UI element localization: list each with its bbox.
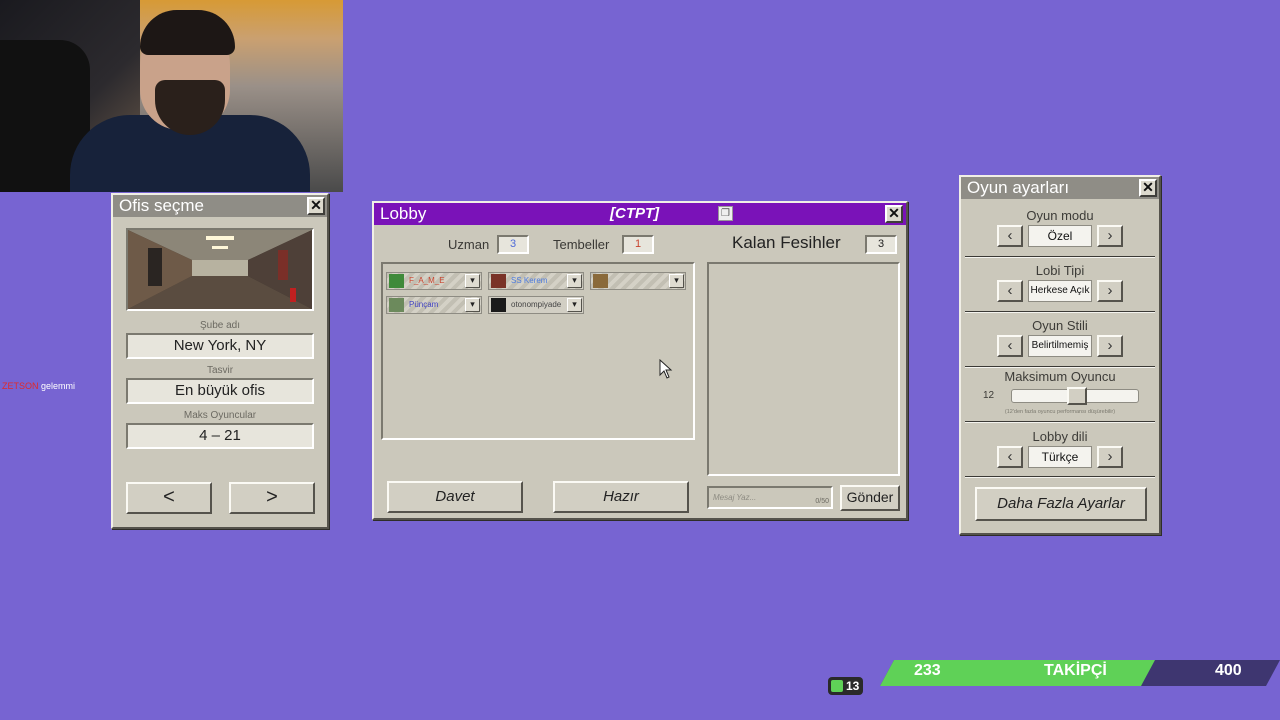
office-close-button[interactable]: ✕ <box>307 197 325 215</box>
player-avatar-icon <box>491 274 506 288</box>
message-input[interactable]: Mesaj Yaz... 0/50 <box>707 486 833 509</box>
player-avatar-icon <box>491 298 506 312</box>
description-value: En büyük ofis <box>126 378 314 404</box>
follower-goal: 400 <box>1215 662 1242 679</box>
tembeller-label: Tembeller <box>553 237 610 252</box>
settings-titlebar: Oyun ayarları <box>961 177 1159 199</box>
lobby-close-button[interactable]: ✕ <box>885 205 903 223</box>
max-players-label: Maks Oyuncular <box>183 410 257 421</box>
kalan-fesihler-count: 3 <box>865 235 897 254</box>
game-mode-value: Özel <box>1028 225 1092 247</box>
mouse-cursor-icon <box>659 359 673 379</box>
player-name: SS Kerem <box>511 276 548 285</box>
chat-user: ZETSON <box>2 381 39 391</box>
webcam-feed <box>0 0 343 192</box>
max-players-slider[interactable] <box>1011 387 1139 405</box>
max-players-setting-value: 12 <box>983 390 995 401</box>
more-settings-button[interactable]: Daha Fazla Ayarlar <box>975 487 1147 521</box>
player-avatar-icon <box>389 298 404 312</box>
slider-handle[interactable] <box>1067 387 1087 405</box>
settings-title: Oyun ayarları <box>967 178 1070 197</box>
lobby-type-value: Herkese Açık <box>1028 280 1092 302</box>
divider <box>965 476 1155 478</box>
player-slot[interactable]: F_A_M_E ▾ <box>386 272 482 290</box>
player-list: F_A_M_E ▾ SS Kerem ▾ ▾ Pünçam ▾ otonompi… <box>381 262 695 440</box>
uzman-label: Uzman <box>448 237 490 252</box>
office-hallway-image <box>128 230 312 309</box>
chat-line: ZETSON gelemmi <box>2 381 75 391</box>
follower-current: 233 <box>914 662 941 679</box>
ready-button[interactable]: Hazır <box>553 481 689 513</box>
player-slot[interactable]: ▾ <box>590 272 686 290</box>
follower-label: TAKİPÇİ <box>1044 662 1107 679</box>
chevron-down-icon[interactable]: ▾ <box>669 274 684 288</box>
lobby-chat-area <box>707 262 900 476</box>
lobby-title: Lobby <box>380 204 427 223</box>
message-counter: 0/50 <box>815 498 829 505</box>
game-mode-label: Oyun modu <box>1026 208 1094 223</box>
player-slot[interactable]: Pünçam ▾ <box>386 296 482 314</box>
game-mode-prev-button[interactable]: ‹ <box>997 225 1023 247</box>
game-style-label: Oyun Stili <box>1032 318 1088 333</box>
max-players-value: 4 – 21 <box>126 423 314 449</box>
viewer-badge: 13 <box>828 677 863 695</box>
divider <box>965 256 1155 258</box>
viewer-count: 13 <box>846 679 860 693</box>
office-window-title: Ofis seçme <box>119 196 205 215</box>
max-players-note: (12'den fazla oyuncu performansı düşüreb… <box>1004 409 1116 415</box>
player-name: Pünçam <box>409 300 439 309</box>
branch-value: New York, NY <box>126 333 314 359</box>
lobby-language-next-button[interactable]: › <box>1097 446 1123 468</box>
office-window-titlebar: Ofis seçme <box>113 195 327 217</box>
lobby-language-prev-button[interactable]: ‹ <box>997 446 1023 468</box>
chevron-down-icon[interactable]: ▾ <box>465 298 480 312</box>
divider <box>965 421 1155 423</box>
player-slot[interactable]: otonompiyade ▾ <box>488 296 584 314</box>
office-prev-button[interactable]: < <box>126 482 212 514</box>
kalan-fesihler-label: Kalan Fesihler <box>732 233 841 252</box>
chat-message: gelemmi <box>41 381 76 391</box>
viewer-icon <box>831 680 843 692</box>
lobby-type-prev-button[interactable]: ‹ <box>997 280 1023 302</box>
player-avatar-icon <box>389 274 404 288</box>
game-style-next-button[interactable]: › <box>1097 335 1123 357</box>
lobby-language-value: Türkçe <box>1028 446 1092 468</box>
lobby-type-label: Lobi Tipi <box>1035 263 1085 278</box>
divider <box>965 311 1155 313</box>
office-preview-image <box>126 228 314 311</box>
branch-label: Şube adı <box>199 320 241 331</box>
game-style-prev-button[interactable]: ‹ <box>997 335 1023 357</box>
divider <box>965 366 1155 368</box>
lobby-window: Lobby [CTPT] ❐ ✕ Uzman 3 Tembeller 1 Kal… <box>372 201 908 520</box>
lobby-type-next-button[interactable]: › <box>1097 280 1123 302</box>
chevron-down-icon[interactable]: ▾ <box>465 274 480 288</box>
max-players-setting-label: Maksimum Oyuncu <box>1004 369 1116 384</box>
uzman-count: 3 <box>497 235 529 254</box>
player-name: F_A_M_E <box>409 276 445 285</box>
tembeller-count: 1 <box>622 235 654 254</box>
player-name: otonompiyade <box>511 300 562 309</box>
player-slot[interactable]: SS Kerem ▾ <box>488 272 584 290</box>
chevron-down-icon[interactable]: ▾ <box>567 274 582 288</box>
game-style-value: Belirtilmemiş <box>1028 335 1092 357</box>
player-avatar-icon <box>593 274 608 288</box>
office-select-window: Ofis seçme ✕ Şube adı New York, NY Tasvi… <box>111 193 329 529</box>
chevron-down-icon[interactable]: ▾ <box>567 298 582 312</box>
game-settings-window: Oyun ayarları ✕ Oyun modu ‹ Özel › Lobi … <box>959 175 1161 535</box>
description-label: Tasvir <box>206 365 234 376</box>
send-button[interactable]: Gönder <box>840 485 900 511</box>
lobby-code: [CTPT] <box>610 205 660 222</box>
game-mode-next-button[interactable]: › <box>1097 225 1123 247</box>
invite-button[interactable]: Davet <box>387 481 523 513</box>
lobby-titlebar: Lobby [CTPT] ❐ <box>374 203 906 225</box>
office-next-button[interactable]: > <box>229 482 315 514</box>
settings-close-button[interactable]: ✕ <box>1139 179 1157 197</box>
copy-code-icon[interactable]: ❐ <box>718 206 733 221</box>
message-placeholder: Mesaj Yaz... <box>713 493 757 502</box>
lobby-language-label: Lobby dili <box>1032 429 1088 444</box>
